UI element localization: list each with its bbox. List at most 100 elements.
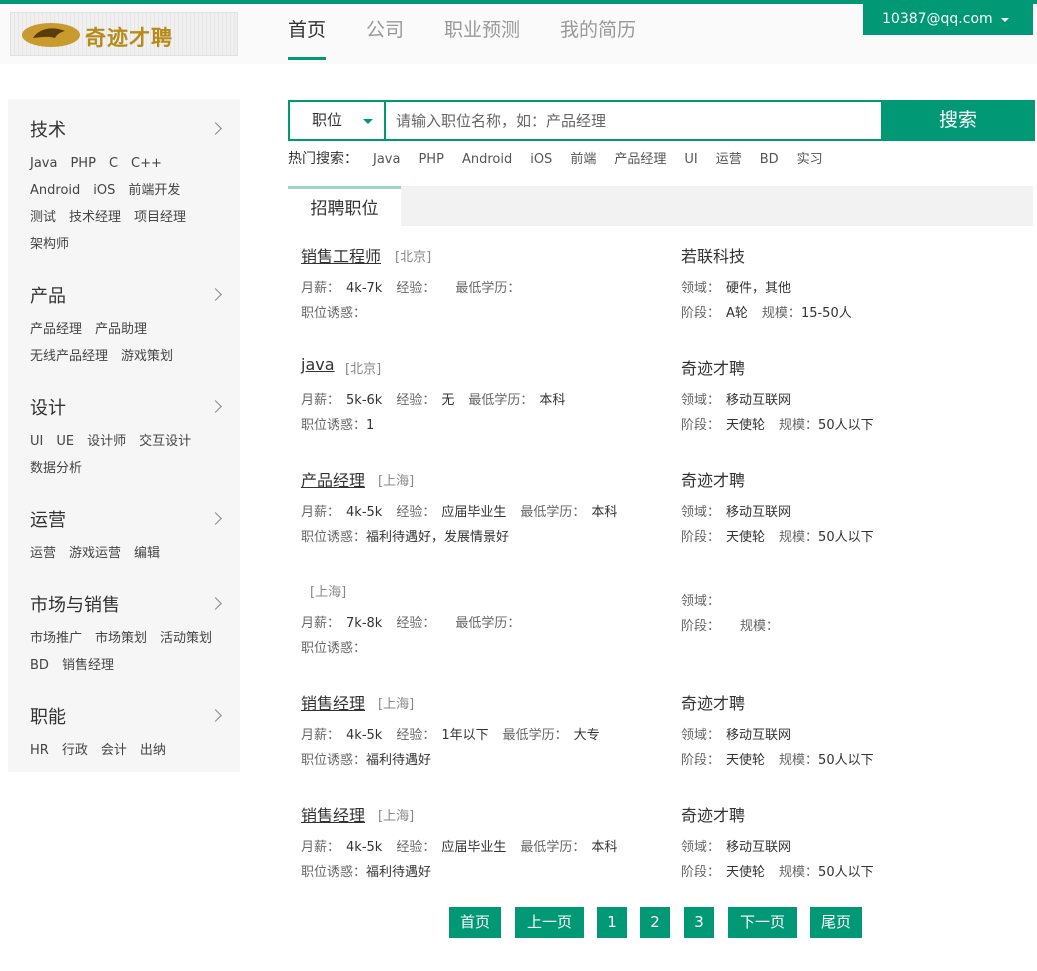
- job-item: 销售工程师 [北京] 月薪： 4k-7k 经验： 最低学历： 职位诱惑： 若联科技 领…: [301, 243, 1021, 343]
- company-name-link[interactable]: 若联科技: [681, 243, 745, 267]
- category-tag[interactable]: 架构师: [30, 231, 69, 258]
- pagination-last-button[interactable]: 尾页: [810, 907, 862, 938]
- pagination-page-button[interactable]: 2: [640, 907, 670, 938]
- category-tag[interactable]: 项目经理: [134, 204, 186, 231]
- category-title[interactable]: 产品: [30, 285, 230, 309]
- nav-my-resume[interactable]: 我的简历: [560, 0, 636, 60]
- category-functions: 职能 HR 行政 会计 出纳: [30, 706, 230, 764]
- search-button[interactable]: 搜索: [881, 100, 1035, 141]
- category-tag[interactable]: 数据分析: [30, 455, 82, 482]
- company-name-link[interactable]: 奇迹才聘: [681, 467, 745, 491]
- chevron-right-icon: [209, 709, 222, 722]
- category-tag[interactable]: 产品经理: [30, 316, 82, 343]
- category-title[interactable]: 设计: [30, 397, 230, 421]
- category-tag[interactable]: UI: [30, 428, 43, 455]
- company-name-link[interactable]: 奇迹才聘: [681, 355, 745, 379]
- category-title[interactable]: 市场与销售: [30, 594, 230, 618]
- job-title-link[interactable]: 销售经理: [301, 690, 365, 714]
- tab-job-openings[interactable]: 招聘职位: [288, 186, 401, 226]
- hot-tag[interactable]: 产品经理: [614, 152, 666, 167]
- horse-logo-icon: [22, 23, 80, 47]
- hot-tag[interactable]: PHP: [418, 152, 443, 167]
- category-tag[interactable]: PHP: [70, 150, 95, 177]
- search-bar: 职位 搜索: [288, 100, 1035, 141]
- category-tag[interactable]: 行政: [62, 737, 88, 764]
- hot-tag[interactable]: 运营: [716, 152, 742, 167]
- category-title[interactable]: 技术: [30, 119, 230, 143]
- job-title-link[interactable]: 销售经理: [301, 802, 365, 826]
- company-field: 领域：: [681, 594, 721, 609]
- category-sidebar: 技术 Java PHP C C++ Android iOS 前端开发测试 技术经理 项目经理架构…: [8, 99, 240, 772]
- job-perks: 职位诱惑：福利待遇好: [301, 865, 432, 880]
- pagination-first-button[interactable]: 首页: [449, 907, 501, 938]
- category-tag[interactable]: UE: [56, 428, 74, 455]
- main-nav: 首页 公司 职业预测 我的简历: [288, 0, 676, 60]
- category-tag[interactable]: 游戏策划: [121, 343, 173, 370]
- category-tag[interactable]: 市场推广: [30, 625, 82, 652]
- company-name-link[interactable]: 奇迹才聘: [681, 802, 745, 826]
- search-type-select[interactable]: 职位: [290, 102, 386, 139]
- job-city: [上海]: [378, 474, 415, 489]
- company-name-link[interactable]: 奇迹才聘: [681, 690, 745, 714]
- category-tag[interactable]: 出纳: [140, 737, 166, 764]
- category-tags: 市场推广 市场策划 活动策划 BD 销售经理: [30, 625, 230, 679]
- pagination-page-button[interactable]: 3: [684, 907, 714, 938]
- category-tag[interactable]: C: [109, 150, 118, 177]
- category-operations: 运营 运营 游戏运营 编辑: [30, 509, 230, 567]
- category-tag[interactable]: 活动策划: [160, 625, 212, 652]
- category-tag[interactable]: Java: [30, 150, 57, 177]
- category-tag[interactable]: 市场策划: [95, 625, 147, 652]
- category-tag[interactable]: BD: [30, 652, 49, 679]
- nav-career-forecast[interactable]: 职业预测: [444, 0, 520, 60]
- hot-tag[interactable]: Java: [373, 152, 400, 167]
- company-field: 领域： 硬件，其他: [681, 281, 792, 296]
- nav-home[interactable]: 首页: [288, 0, 327, 60]
- company-field: 领域： 移动互联网: [681, 505, 792, 520]
- job-meta: 月薪： 4k-7k 经验： 最低学历：: [301, 281, 521, 296]
- hot-tag[interactable]: BD: [760, 152, 779, 167]
- category-tag[interactable]: Android: [30, 177, 80, 204]
- hot-tag[interactable]: Android: [462, 152, 512, 167]
- job-item: [上海] 月薪： 7k-8k 经验： 最低学历： 职位诱惑： 领域： 阶段： 规模：: [301, 578, 1021, 678]
- search-input[interactable]: [388, 102, 880, 139]
- category-tag[interactable]: HR: [30, 737, 49, 764]
- category-tag[interactable]: iOS: [93, 177, 115, 204]
- category-title[interactable]: 职能: [30, 706, 230, 730]
- category-tag[interactable]: 设计师: [87, 428, 126, 455]
- company-stage: 阶段： A轮 规模：15-50人: [681, 306, 852, 321]
- hot-tag[interactable]: 实习: [797, 152, 823, 167]
- category-tags: 运营 游戏运营 编辑: [30, 540, 230, 567]
- job-meta: 月薪： 7k-8k 经验： 最低学历：: [301, 616, 521, 631]
- category-tag[interactable]: 前端开发: [128, 177, 180, 204]
- job-title-link[interactable]: 销售工程师: [301, 243, 381, 267]
- hot-tag[interactable]: iOS: [530, 152, 552, 167]
- category-tag[interactable]: 游戏运营: [69, 540, 121, 567]
- job-title-link[interactable]: java: [301, 355, 335, 374]
- category-tag[interactable]: 无线产品经理: [30, 343, 108, 370]
- category-tag[interactable]: 测试: [30, 204, 56, 231]
- company-stage: 阶段： 天使轮 规模：50人以下: [681, 530, 874, 545]
- pagination-next-button[interactable]: 下一页: [728, 907, 797, 938]
- nav-company[interactable]: 公司: [366, 0, 404, 60]
- company-field: 领域： 移动互联网: [681, 840, 792, 855]
- job-item: java [北京] 月薪： 5k-6k 经验：无最低学历： 本科 职位诱惑：1 奇迹才…: [301, 355, 1021, 455]
- category-title[interactable]: 运营: [30, 509, 230, 533]
- logo-text: 奇迹才聘: [85, 26, 173, 50]
- job-title-link[interactable]: 产品经理: [301, 467, 365, 491]
- user-menu-button[interactable]: 10387@qq.com: [863, 4, 1033, 35]
- category-tag[interactable]: 运营: [30, 540, 56, 567]
- pagination-page-button[interactable]: 1: [597, 907, 627, 938]
- job-meta: 月薪： 5k-6k 经验：无最低学历： 本科: [301, 393, 566, 408]
- logo[interactable]: 奇迹才聘: [10, 12, 238, 56]
- category-tag[interactable]: 编辑: [134, 540, 160, 567]
- category-tag[interactable]: 产品助理: [95, 316, 147, 343]
- category-tag[interactable]: 会计: [101, 737, 127, 764]
- category-tag[interactable]: 销售经理: [62, 652, 114, 679]
- category-tag[interactable]: 技术经理: [69, 204, 121, 231]
- hot-tag[interactable]: UI: [684, 152, 697, 167]
- company-stage: 阶段： 规模：: [681, 619, 780, 634]
- pagination-prev-button[interactable]: 上一页: [515, 907, 584, 938]
- category-tag[interactable]: 交互设计: [139, 428, 191, 455]
- hot-tag[interactable]: 前端: [570, 152, 596, 167]
- category-tag[interactable]: C++: [131, 150, 162, 177]
